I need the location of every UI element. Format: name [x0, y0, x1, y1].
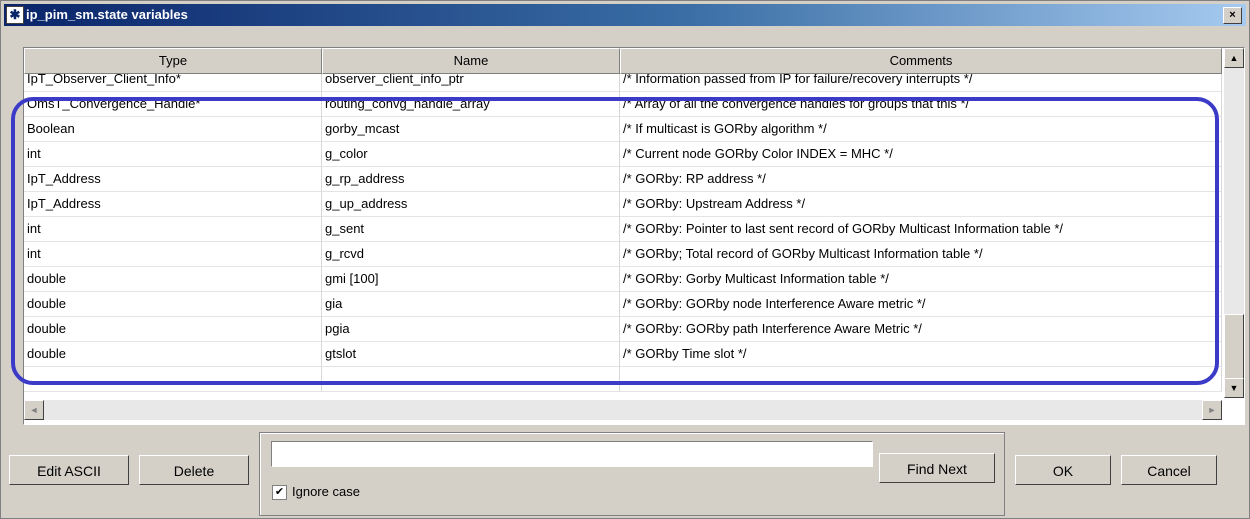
ignore-case-label: Ignore case [292, 484, 360, 499]
app-icon: ✱ [6, 6, 24, 24]
table-row[interactable]: int g_sent/* GORby: Pointer to last sent … [24, 216, 1222, 242]
table-row[interactable]: IpT_Observer_Client_Info* observer_client… [24, 74, 1222, 92]
cell-comment[interactable]: /* Current node GORby Color INDEX = MHC … [620, 141, 1222, 166]
cell-name[interactable]: g_rcvd [322, 241, 620, 266]
table-row[interactable]: double gia/* GORby: GORby node Interferen… [24, 291, 1222, 317]
column-header-name[interactable]: Name [322, 48, 620, 74]
table-row[interactable]: double gmi [100]/* GORby: Gorby Multicast… [24, 266, 1222, 292]
cell-comment[interactable] [620, 366, 1222, 391]
cell-name[interactable]: gtslot [322, 341, 620, 366]
vertical-scrollbar[interactable]: ▲ ▼ [1224, 48, 1244, 398]
cell-name[interactable]: routing_convg_handle_array [322, 91, 620, 116]
search-input[interactable] [271, 441, 873, 467]
cell-comment[interactable]: /* GORby: RP address */ [620, 166, 1222, 191]
close-button[interactable]: × [1223, 7, 1242, 24]
cell-comment[interactable]: /* GORby: Pointer to last sent record of… [620, 216, 1222, 241]
cell-type[interactable]: int [24, 216, 322, 241]
cell-type[interactable] [24, 366, 322, 391]
cell-comment[interactable]: /* If multicast is GORby algorithm */ [620, 116, 1222, 141]
table-row[interactable]: OmsT_Convergence_Handle* routing_convg_ha… [24, 91, 1222, 117]
state-variables-dialog: ✱ ip_pim_sm.state variables × Type Name … [0, 0, 1250, 519]
table-row[interactable]: IpT_Address g_up_address/* GORby: Upstrea… [24, 191, 1222, 217]
cell-type[interactable]: int [24, 141, 322, 166]
cell-comment[interactable]: /* GORby: GORby node Interference Aware … [620, 291, 1222, 316]
cell-name[interactable]: observer_client_info_ptr [322, 74, 620, 91]
table-body: IpT_Observer_Client_Info* observer_client… [24, 74, 1222, 398]
cell-name[interactable]: gmi [100] [322, 266, 620, 291]
cell-name[interactable]: g_color [322, 141, 620, 166]
column-header-comments[interactable]: Comments [620, 48, 1222, 74]
cell-type[interactable]: double [24, 316, 322, 341]
cell-comment[interactable]: /* GORby Time slot */ [620, 341, 1222, 366]
table-header: Type Name Comments [24, 48, 1222, 74]
cell-type[interactable]: double [24, 291, 322, 316]
table-row[interactable] [24, 366, 1222, 392]
cell-type[interactable]: double [24, 266, 322, 291]
cell-name[interactable]: pgia [322, 316, 620, 341]
table-row[interactable]: double pgia/* GORby: GORby path Interfere… [24, 316, 1222, 342]
scroll-thumb[interactable] [1224, 314, 1244, 380]
scroll-left-button[interactable]: ◄ [24, 400, 44, 420]
table-row[interactable]: int g_color/* Current node GORby Color IN… [24, 141, 1222, 167]
cell-type[interactable]: Boolean [24, 116, 322, 141]
delete-button[interactable]: Delete [139, 455, 249, 485]
cell-name[interactable]: gia [322, 291, 620, 316]
table-row[interactable]: double gtslot/* GORby Time slot */ [24, 341, 1222, 367]
cell-type[interactable]: IpT_Address [24, 166, 322, 191]
cancel-button[interactable]: Cancel [1121, 455, 1217, 485]
horizontal-scrollbar[interactable]: ◄ ► [24, 400, 1222, 420]
cell-name[interactable]: g_rp_address [322, 166, 620, 191]
cell-name[interactable] [322, 366, 620, 391]
scroll-down-button[interactable]: ▼ [1224, 378, 1244, 398]
title-bar: ✱ ip_pim_sm.state variables × [4, 4, 1246, 26]
cell-type[interactable]: int [24, 241, 322, 266]
edit-ascii-button[interactable]: Edit ASCII [9, 455, 129, 485]
cell-comment[interactable]: /* GORby; Total record of GORby Multicas… [620, 241, 1222, 266]
table-row[interactable]: int g_rcvd/* GORby; Total record of GORby… [24, 241, 1222, 267]
scroll-right-button[interactable]: ► [1202, 400, 1222, 420]
ok-button[interactable]: OK [1015, 455, 1111, 485]
table-row[interactable]: Boolean gorby_mcast/* If multicast is GOR… [24, 116, 1222, 142]
cell-type[interactable]: IpT_Address [24, 191, 322, 216]
table-row[interactable]: IpT_Address g_rp_address/* GORby: RP addr… [24, 166, 1222, 192]
cell-comment[interactable]: /* GORby: GORby path Interference Aware … [620, 316, 1222, 341]
cell-type[interactable]: OmsT_Convergence_Handle* [24, 91, 322, 116]
column-header-type[interactable]: Type [24, 48, 322, 74]
variables-table: Type Name Comments IpT_Observer_Client_I… [23, 47, 1245, 425]
cell-comment[interactable]: /* Array of all the convergence handles … [620, 91, 1222, 116]
cell-comment[interactable]: /* Information passed from IP for failur… [620, 74, 1222, 91]
window-title: ip_pim_sm.state variables [26, 7, 188, 22]
find-next-button[interactable]: Find Next [879, 453, 995, 483]
cell-comment[interactable]: /* GORby: Upstream Address */ [620, 191, 1222, 216]
cell-type[interactable]: IpT_Observer_Client_Info* [24, 74, 322, 91]
scroll-up-button[interactable]: ▲ [1224, 48, 1244, 68]
ignore-case-checkbox[interactable]: ✔ [272, 485, 287, 500]
cell-name[interactable]: gorby_mcast [322, 116, 620, 141]
cell-name[interactable]: g_sent [322, 216, 620, 241]
cell-type[interactable]: double [24, 341, 322, 366]
cell-comment[interactable]: /* GORby: Gorby Multicast Information ta… [620, 266, 1222, 291]
cell-name[interactable]: g_up_address [322, 191, 620, 216]
